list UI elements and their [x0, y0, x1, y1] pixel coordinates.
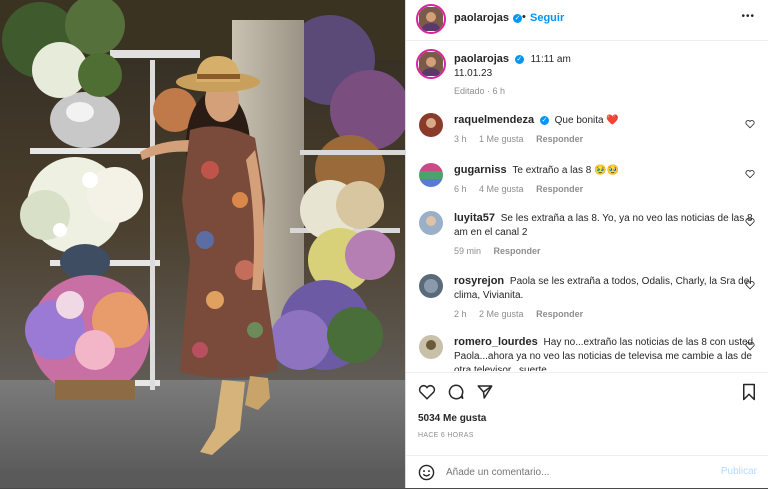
share-send-icon[interactable] — [476, 383, 494, 401]
like-heart-icon[interactable] — [418, 383, 436, 401]
comment-text-block: luyita57 Se les extraña a las 8. Yo, ya … — [454, 211, 754, 258]
commenter-avatar[interactable] — [419, 113, 443, 137]
comment-likes[interactable]: 1 Me gusta — [479, 134, 524, 144]
comment-age: 59 min — [454, 246, 482, 256]
publish-button[interactable]: Publicar — [721, 466, 757, 477]
caption-text-block: paolarojas ✓ 11:11 am 11.01.23 Editado ·… — [454, 52, 754, 98]
comment-likes[interactable]: 4 Me gusta — [479, 184, 524, 194]
post-age: HACE 6 HORAS — [418, 432, 474, 439]
comment-meta: 6 h 4 Me gusta Responder — [454, 182, 754, 196]
comment-text-block: gugarniss Te extraño a las 8 🥹🥹 6 h 4 Me… — [454, 163, 754, 196]
comment-item: raquelmendeza ✓ Que bonita ❤️ 3 h 1 Me g… — [416, 109, 761, 149]
comment-text: Se les extraña a las 8. Yo, ya no veo la… — [454, 213, 753, 238]
comment-item: rosyrejon Paola se les extraña a todos, … — [416, 270, 761, 324]
header-dot: • — [522, 11, 526, 23]
flower-shop-photo — [0, 0, 405, 470]
emoji-smiley-icon[interactable] — [418, 464, 435, 481]
avatar-image — [419, 113, 443, 137]
caption-avatar[interactable] — [416, 49, 446, 79]
comment-username[interactable]: raquelmendeza — [454, 114, 534, 126]
avatar-image — [419, 7, 443, 32]
photo-bottom-bar — [0, 470, 405, 488]
comment-input[interactable] — [446, 464, 686, 480]
comment-item: luyita57 Se les extraña a las 8. Yo, ya … — [416, 207, 761, 261]
comment-username[interactable]: luyita57 — [454, 212, 495, 224]
comment-likes[interactable]: 2 Me gusta — [479, 309, 524, 319]
comment-username[interactable]: rosyrejon — [454, 275, 504, 287]
add-comment-bar: Publicar — [406, 455, 768, 489]
avatar-image — [419, 274, 443, 298]
post-modal: paolarojas ✓ • Seguir ••• paolarojas ✓ 1… — [0, 0, 768, 488]
post-header: paolarojas ✓ • Seguir ••• — [406, 0, 768, 41]
comment-item: romero_lourdes Hay no...extraño las noti… — [416, 331, 761, 371]
caption-text: 11.01.23 — [454, 68, 493, 79]
caption-meta: Editado · 6 h — [454, 86, 506, 96]
verified-badge-icon: ✓ — [513, 14, 522, 23]
reply-button[interactable]: Responder — [536, 309, 583, 319]
like-comment-icon[interactable] — [745, 341, 755, 351]
bookmark-save-icon[interactable] — [741, 383, 757, 401]
more-options-icon[interactable]: ••• — [741, 11, 755, 22]
avatar-image — [419, 163, 443, 187]
author-avatar[interactable] — [416, 4, 446, 34]
reply-button[interactable]: Responder — [536, 184, 583, 194]
verified-badge-icon: ✓ — [514, 54, 524, 64]
post-photo[interactable] — [0, 0, 405, 470]
comment-item: gugarniss Te extraño a las 8 🥹🥹 6 h 4 Me… — [416, 159, 761, 199]
like-comment-icon[interactable] — [745, 280, 755, 290]
verified-badge-icon: ✓ — [539, 115, 549, 125]
like-comment-icon[interactable] — [745, 217, 755, 227]
comment-bubble-icon[interactable] — [447, 383, 465, 401]
avatar-image — [419, 335, 443, 359]
like-comment-icon[interactable] — [745, 169, 755, 179]
comment-meta: 2 h 2 Me gusta Responder — [454, 307, 754, 321]
comment-username[interactable]: gugarniss — [454, 164, 507, 176]
comment-text-block: romero_lourdes Hay no...extraño las noti… — [454, 335, 754, 371]
commenter-avatar[interactable] — [419, 274, 443, 298]
post-side-panel: paolarojas ✓ • Seguir ••• paolarojas ✓ 1… — [405, 0, 768, 488]
comment-text-block: raquelmendeza ✓ Que bonita ❤️ 3 h 1 Me g… — [454, 113, 754, 146]
reply-button[interactable]: Responder — [536, 134, 583, 144]
caption-time: 11:11 am — [530, 54, 571, 65]
comment-text-block: rosyrejon Paola se les extraña a todos, … — [454, 274, 754, 321]
comment-meta: 3 h 1 Me gusta Responder — [454, 132, 754, 146]
comment-meta: 59 min Responder — [454, 244, 754, 258]
commenter-avatar[interactable] — [419, 163, 443, 187]
comment-age: 6 h — [454, 184, 467, 194]
commenter-avatar[interactable] — [419, 335, 443, 359]
comments-list[interactable]: paolarojas ✓ 11:11 am 11.01.23 Editado ·… — [406, 41, 768, 371]
like-comment-icon[interactable] — [745, 119, 755, 129]
commenter-avatar[interactable] — [419, 211, 443, 235]
author-username[interactable]: paolarojas — [454, 12, 509, 24]
comment-text: Te extraño a las 8 🥹🥹 — [512, 165, 619, 176]
avatar-image — [419, 211, 443, 235]
likes-count[interactable]: 5034 Me gusta — [418, 413, 486, 424]
caption-username[interactable]: paolarojas — [454, 53, 509, 65]
comment-text: Que bonita ❤️ — [554, 115, 619, 126]
comment-age: 2 h — [454, 309, 467, 319]
comment-username[interactable]: romero_lourdes — [454, 336, 538, 348]
comment-age: 3 h — [454, 134, 467, 144]
follow-button[interactable]: Seguir — [530, 12, 564, 24]
reply-button[interactable]: Responder — [494, 246, 541, 256]
avatar-image — [419, 52, 443, 77]
caption-item: paolarojas ✓ 11:11 am 11.01.23 Editado ·… — [416, 49, 761, 104]
